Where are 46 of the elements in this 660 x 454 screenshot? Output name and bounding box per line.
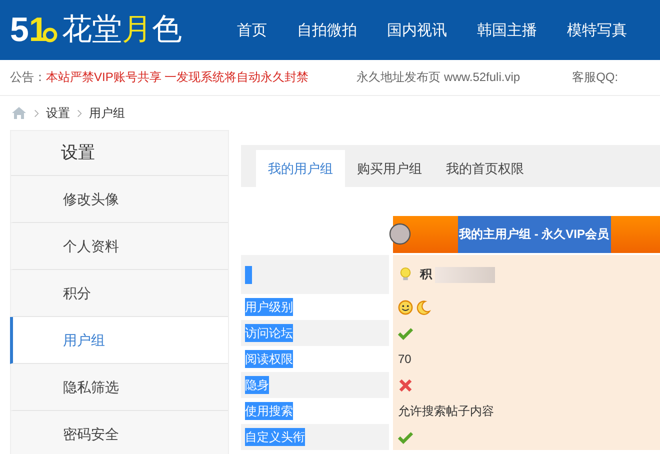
tab[interactable]: 我的首页权限 xyxy=(434,150,536,187)
nav-link[interactable]: 国内视讯 xyxy=(387,20,447,40)
group-title: 我的主用户组 - 永久VIP会员 xyxy=(458,216,612,253)
row-label: 访问论坛 xyxy=(245,324,293,342)
sidebar-title: 设置 xyxy=(11,131,228,176)
logo-text: 色 xyxy=(152,12,182,48)
lightbulb-icon xyxy=(398,267,413,282)
chevron-icon xyxy=(77,108,82,118)
breadcrumb-link[interactable]: 用户组 xyxy=(89,104,125,122)
row-label: 使用搜索 xyxy=(245,402,293,420)
nav-link[interactable]: 模特写真 xyxy=(567,20,627,40)
points-label: 积 xyxy=(420,266,432,283)
row-label: 隐身 xyxy=(245,376,269,394)
row-value: 允许搜索帖子内容 xyxy=(398,402,494,420)
row-label: 自定义头衔 xyxy=(245,428,305,446)
avatar-icon xyxy=(389,223,411,245)
notice-message: 本站严禁VIP账号共享 一发现系统将自动永久封禁 xyxy=(46,69,309,86)
logo-text: 1 xyxy=(28,10,48,50)
breadcrumb-link[interactable]: 设置 xyxy=(46,104,70,122)
moon-icon xyxy=(416,300,431,314)
logo-text: 5 xyxy=(10,10,29,50)
check-icon xyxy=(398,326,413,340)
row-label: 用户级别 xyxy=(245,298,293,316)
row-label: 阅读权限 xyxy=(245,350,293,368)
logo-text: 月 xyxy=(122,12,152,48)
row-value: 70 xyxy=(398,352,412,366)
notice-label: 公告： xyxy=(10,69,46,86)
nav-link[interactable]: 自拍微拍 xyxy=(297,20,357,40)
sidebar-item[interactable]: 隐私筛选 xyxy=(10,364,228,411)
address-text: 永久地址发布页 www.52fuli.vip xyxy=(356,69,520,86)
sidebar-item[interactable]: 用户组 xyxy=(10,317,228,364)
sidebar-item[interactable]: 密码安全 xyxy=(10,411,228,454)
nav-link[interactable]: 首页 xyxy=(237,20,267,40)
sidebar-item[interactable]: 修改头像 xyxy=(10,176,228,223)
tab[interactable]: 购买用户组 xyxy=(345,150,434,187)
sidebar-item[interactable]: 个人资料 xyxy=(10,223,228,270)
tab[interactable]: 我的用户组 xyxy=(256,150,345,187)
cross-icon xyxy=(398,378,413,392)
chevron-icon xyxy=(34,108,39,118)
check-icon xyxy=(398,430,413,444)
smiley-icon xyxy=(398,300,413,314)
blurred-value xyxy=(435,266,495,282)
logo-text: 花堂 xyxy=(62,12,122,48)
service-label: 客服QQ: xyxy=(572,69,618,86)
nav-link[interactable]: 韩国主播 xyxy=(477,20,537,40)
home-icon[interactable] xyxy=(11,106,27,120)
